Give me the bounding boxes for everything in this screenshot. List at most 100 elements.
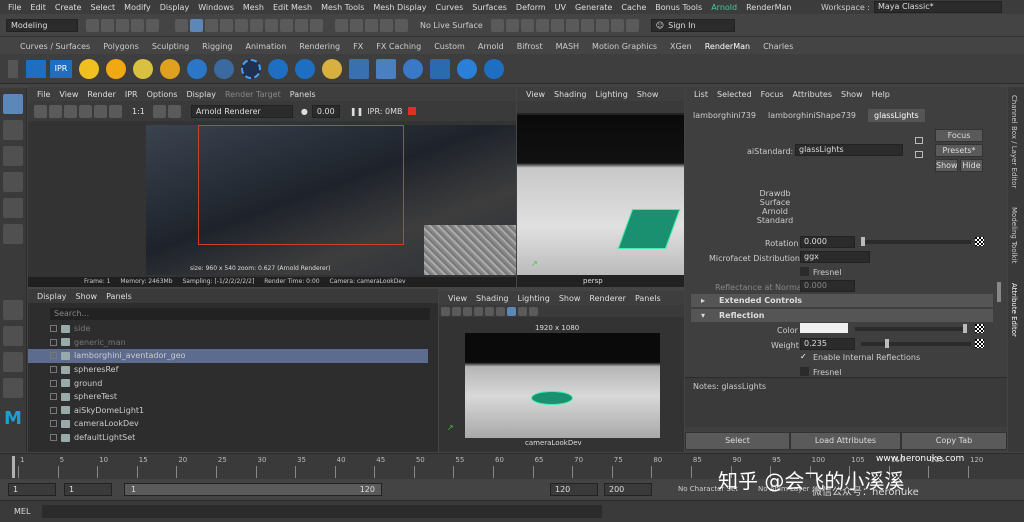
cam-menu-shading[interactable]: Shading xyxy=(476,294,509,303)
snap-surface-icon[interactable] xyxy=(395,19,408,32)
snap-grid-icon[interactable] xyxy=(335,19,348,32)
menu-mesh-tools[interactable]: Mesh Tools xyxy=(321,3,364,12)
hide-button[interactable]: Hide xyxy=(960,159,983,172)
ratio-button[interactable]: 1:1 xyxy=(132,107,145,116)
cam-menu-lighting[interactable]: Lighting xyxy=(517,294,549,303)
tab-attribute-editor[interactable]: Attribute Editor xyxy=(1010,283,1018,337)
arnold-render-icon[interactable] xyxy=(565,19,579,32)
persp-menu-lighting[interactable]: Lighting xyxy=(595,90,627,99)
shelf-tab-renderman[interactable]: RenderMan xyxy=(705,42,750,51)
shelf-tab-charles[interactable]: Charles xyxy=(763,42,793,51)
expand-icon[interactable] xyxy=(50,338,57,346)
reflection-color-swatch[interactable] xyxy=(800,323,848,333)
expand-icon[interactable] xyxy=(50,406,57,414)
tab-glasslights[interactable]: glassLights xyxy=(868,108,925,122)
mask-surface-icon[interactable] xyxy=(265,19,278,32)
exposure-field[interactable]: 0.00 xyxy=(311,104,340,118)
eye-icon[interactable] xyxy=(295,58,315,79)
cam-tool-1-icon[interactable] xyxy=(441,306,450,316)
mask-render-icon[interactable] xyxy=(310,19,323,32)
persp-menu-show[interactable]: Show xyxy=(637,90,659,99)
layout-single-icon[interactable] xyxy=(3,300,23,320)
list-item[interactable]: lamborghini_aventador_geo xyxy=(28,349,428,363)
move-tool-icon[interactable] xyxy=(3,172,23,192)
menu-generate[interactable]: Generate xyxy=(575,3,612,12)
playback-start-field[interactable]: 1 xyxy=(64,482,112,496)
channel-rgb-icon[interactable] xyxy=(64,104,77,118)
notes-area[interactable]: Notes: glassLights xyxy=(685,377,1007,427)
node-name-field[interactable]: glassLights xyxy=(795,144,903,156)
fresnel-checkbox[interactable] xyxy=(800,267,809,276)
rv-menu-view[interactable]: View xyxy=(59,90,78,99)
star-material-icon[interactable] xyxy=(187,58,207,79)
mask-curve-icon[interactable] xyxy=(250,19,263,32)
menu-mesh[interactable]: Mesh xyxy=(243,3,264,12)
list-item[interactable]: side xyxy=(28,322,428,336)
rotation-slider-handle[interactable] xyxy=(861,237,865,246)
open-scene-icon[interactable] xyxy=(101,19,114,32)
rv-menu-panels[interactable]: Panels xyxy=(290,90,316,99)
select-object-icon[interactable] xyxy=(190,19,203,32)
rotation-slider[interactable] xyxy=(861,240,971,244)
outliner-layout-icon[interactable] xyxy=(3,378,23,398)
menu-display[interactable]: Display xyxy=(160,3,190,12)
expand-icon[interactable] xyxy=(50,393,57,401)
cam-tool-6-icon[interactable] xyxy=(496,306,505,316)
outliner-menu-panels[interactable]: Panels xyxy=(106,292,132,301)
cam-tool-5-icon[interactable] xyxy=(485,306,494,316)
list-item[interactable]: aiSkyDomeLight1 xyxy=(28,404,428,418)
cam-menu-view[interactable]: View xyxy=(448,294,467,303)
sign-in-button[interactable]: ☺ Sign In xyxy=(650,19,735,32)
stop-render-icon[interactable] xyxy=(408,107,417,115)
render-settings-icon[interactable] xyxy=(535,19,549,32)
weight-slider-handle[interactable] xyxy=(885,339,889,348)
list-item[interactable]: cameraLookDev xyxy=(28,417,428,431)
snapshot-icon[interactable] xyxy=(49,104,62,118)
shelf-tab-motion-graphics[interactable]: Motion Graphics xyxy=(592,42,657,51)
help-icon[interactable] xyxy=(484,58,504,79)
attr-menu-attributes[interactable]: Attributes xyxy=(793,90,833,99)
mode-dropdown[interactable]: Modeling xyxy=(6,19,78,32)
tablet-icon[interactable] xyxy=(430,58,450,79)
outliner-search-input[interactable]: Search... xyxy=(50,308,430,320)
color-slider[interactable] xyxy=(855,327,967,331)
lock-icon[interactable] xyxy=(268,58,288,79)
end-frame-field[interactable]: 200 xyxy=(604,482,652,496)
select-button[interactable]: Select xyxy=(685,432,790,450)
render-view-icon[interactable] xyxy=(595,19,609,32)
shelf-tab-fx-caching[interactable]: FX Caching xyxy=(376,42,421,51)
cam-menu-panels[interactable]: Panels xyxy=(635,294,661,303)
shelf-tab-arnold[interactable]: Arnold xyxy=(478,42,504,51)
menu-create[interactable]: Create xyxy=(55,3,82,12)
cam-tool-3-icon[interactable] xyxy=(463,306,472,316)
new-scene-icon[interactable] xyxy=(86,19,99,32)
light-bulb-icon[interactable] xyxy=(79,58,99,79)
portal-light-icon[interactable] xyxy=(160,58,180,79)
snap-view-icon[interactable] xyxy=(380,19,393,32)
scale-tool-icon[interactable] xyxy=(3,224,23,244)
input-connection-icon[interactable] xyxy=(915,137,923,144)
camera-scene[interactable] xyxy=(465,333,660,438)
reflection-section[interactable]: ▾ Reflection xyxy=(691,309,993,322)
hypershade-icon[interactable] xyxy=(550,19,564,32)
expand-icon[interactable] xyxy=(50,379,57,387)
start-frame-field[interactable]: 1 xyxy=(8,482,56,496)
toggle-panel-2-icon[interactable] xyxy=(625,19,639,32)
persp-scene[interactable] xyxy=(517,115,684,275)
extended-controls-section[interactable]: ▸ Extended Controls xyxy=(691,294,993,307)
shelf-tab-rendering[interactable]: Rendering xyxy=(299,42,340,51)
list-item[interactable]: ground xyxy=(28,376,428,390)
focus-button[interactable]: Focus xyxy=(935,129,983,142)
menu-surfaces[interactable]: Surfaces xyxy=(472,3,507,12)
ipr-render-icon[interactable] xyxy=(520,19,534,32)
menu-edit-mesh[interactable]: Edit Mesh xyxy=(273,3,312,12)
cam-tool-4-icon[interactable] xyxy=(474,306,483,316)
grid-view-icon[interactable] xyxy=(167,104,181,118)
playback-end-field[interactable]: 120 xyxy=(550,482,598,496)
shelf-tab-rigging[interactable]: Rigging xyxy=(202,42,232,51)
show-button[interactable]: Show xyxy=(935,159,958,172)
menu-deform[interactable]: Deform xyxy=(516,3,546,12)
rv-menu-display[interactable]: Display xyxy=(186,90,216,99)
current-frame-marker[interactable] xyxy=(12,456,15,478)
undo-icon[interactable] xyxy=(131,19,144,32)
